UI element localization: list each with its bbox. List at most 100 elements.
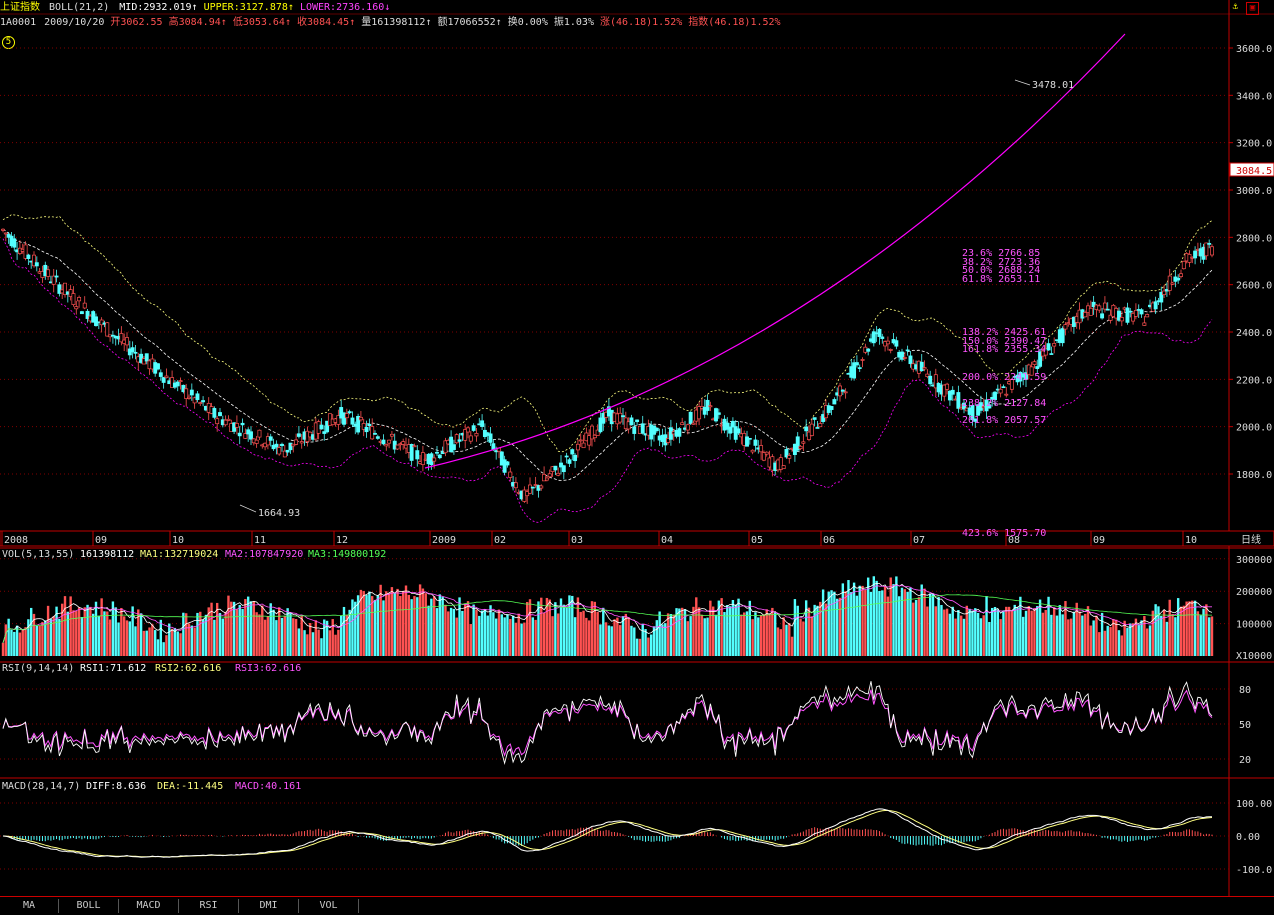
candlestick (945, 383, 950, 390)
volume-bar (830, 590, 833, 656)
volume-bar (469, 624, 473, 656)
volume-bar (483, 609, 487, 656)
fib-level-label: 423.6% 1575.70 (962, 528, 1046, 539)
volume-bar (954, 618, 957, 656)
volume-bar (824, 603, 828, 656)
volume-bar (221, 618, 225, 656)
volume-bar (165, 635, 168, 656)
volume-bar (297, 628, 301, 656)
volume-bar (86, 604, 89, 656)
candlestick (573, 454, 578, 462)
volume-bar (418, 584, 422, 656)
volume-bar (1072, 611, 1076, 656)
volume-bar (156, 639, 160, 656)
candlestick (621, 415, 625, 418)
volume-bar (283, 616, 287, 656)
candlestick (105, 322, 110, 337)
tab-macd[interactable]: MACD (119, 899, 179, 913)
volume-bar (218, 612, 222, 656)
volume-bar (432, 596, 436, 656)
rsi-label: RSI(9,14,14) (2, 663, 74, 674)
volume-bar (731, 599, 735, 656)
volume-bar (886, 596, 890, 656)
volume-bar (852, 582, 856, 656)
volume-bar (633, 627, 636, 656)
volume-bar (523, 622, 526, 656)
candlestick (375, 436, 380, 439)
candlestick (894, 340, 899, 347)
volume-bar (151, 624, 154, 656)
volume-bar (928, 593, 932, 656)
candlestick (226, 418, 231, 421)
volume-bar (762, 614, 766, 656)
volume-bar (602, 607, 605, 656)
volume-bar (1027, 606, 1031, 656)
volume-bar (1106, 625, 1109, 656)
candlestick (544, 477, 549, 481)
volume-bar (1078, 611, 1081, 656)
volume-bar (923, 588, 926, 656)
volume-bar (1036, 606, 1039, 656)
tab-dmi[interactable]: DMI (239, 899, 299, 913)
volume-bar (937, 597, 940, 656)
volume-bar (726, 605, 729, 656)
volume-bar (497, 609, 501, 656)
candlestick (564, 455, 569, 458)
volume-bar (272, 609, 275, 656)
tab-vol[interactable]: VOL (299, 899, 359, 913)
date-tick-label: 09 (1093, 535, 1105, 546)
candlestick (1102, 302, 1107, 310)
volume-bar (52, 616, 55, 656)
volume-bar (711, 606, 715, 656)
candlestick (685, 424, 690, 431)
date-tick-label: 10 (1185, 535, 1197, 546)
candlestick (1181, 260, 1186, 270)
volume-bar (540, 597, 543, 656)
volume-bar (1089, 625, 1093, 656)
candlestick (505, 461, 510, 466)
volume-bar (571, 595, 574, 656)
vol-unit-label: X10000 (1236, 651, 1272, 662)
volume-bar (244, 599, 247, 656)
volume-bar (714, 614, 718, 656)
volume-bar (528, 599, 532, 656)
volume-bar (404, 585, 408, 656)
volume-bar (108, 619, 112, 656)
candlestick (198, 402, 203, 404)
macd-diff: DIFF:8.636 (86, 781, 146, 792)
volume-bar (148, 627, 151, 656)
volume-bar (889, 577, 892, 656)
volume-bar (844, 591, 847, 656)
candlestick (902, 357, 907, 359)
volume-bar (266, 616, 270, 656)
macd-dea: DEA:-11.445 (157, 781, 223, 792)
volume-bar (1160, 615, 1163, 656)
volume-bar (368, 591, 371, 656)
volume-bar (263, 619, 267, 656)
volume-bar (117, 622, 120, 656)
stock-chart[interactable]: 3600.0 3400.0 3200.0 3000.0 2800.0 2600.0 2400… (0, 0, 1274, 896)
vol-tick-label: 300000 (1236, 555, 1272, 566)
candlestick (474, 432, 479, 437)
candlestick (1060, 328, 1065, 344)
tab-boll[interactable]: BOLL (59, 899, 119, 913)
tab-rsi[interactable]: RSI (179, 899, 239, 913)
volume-bar (1100, 612, 1104, 656)
volume-bar (486, 615, 489, 656)
volume-bar (672, 614, 675, 656)
volume-bar (945, 608, 949, 656)
tab-ma[interactable]: MA (0, 899, 59, 913)
volume-bar (520, 623, 523, 656)
candlestick (812, 417, 817, 420)
volume-bar (740, 614, 743, 656)
price-tick-label: 2400.0 (1236, 328, 1272, 339)
volume-bar (494, 618, 498, 656)
candlestick (240, 422, 245, 426)
volume-bar (579, 611, 582, 656)
volume-bar (1069, 618, 1073, 656)
candlestick (1128, 310, 1133, 313)
candlestick (860, 359, 865, 361)
volume-bar (511, 615, 515, 656)
volume-bar (365, 595, 368, 656)
volume-bar (630, 625, 633, 656)
